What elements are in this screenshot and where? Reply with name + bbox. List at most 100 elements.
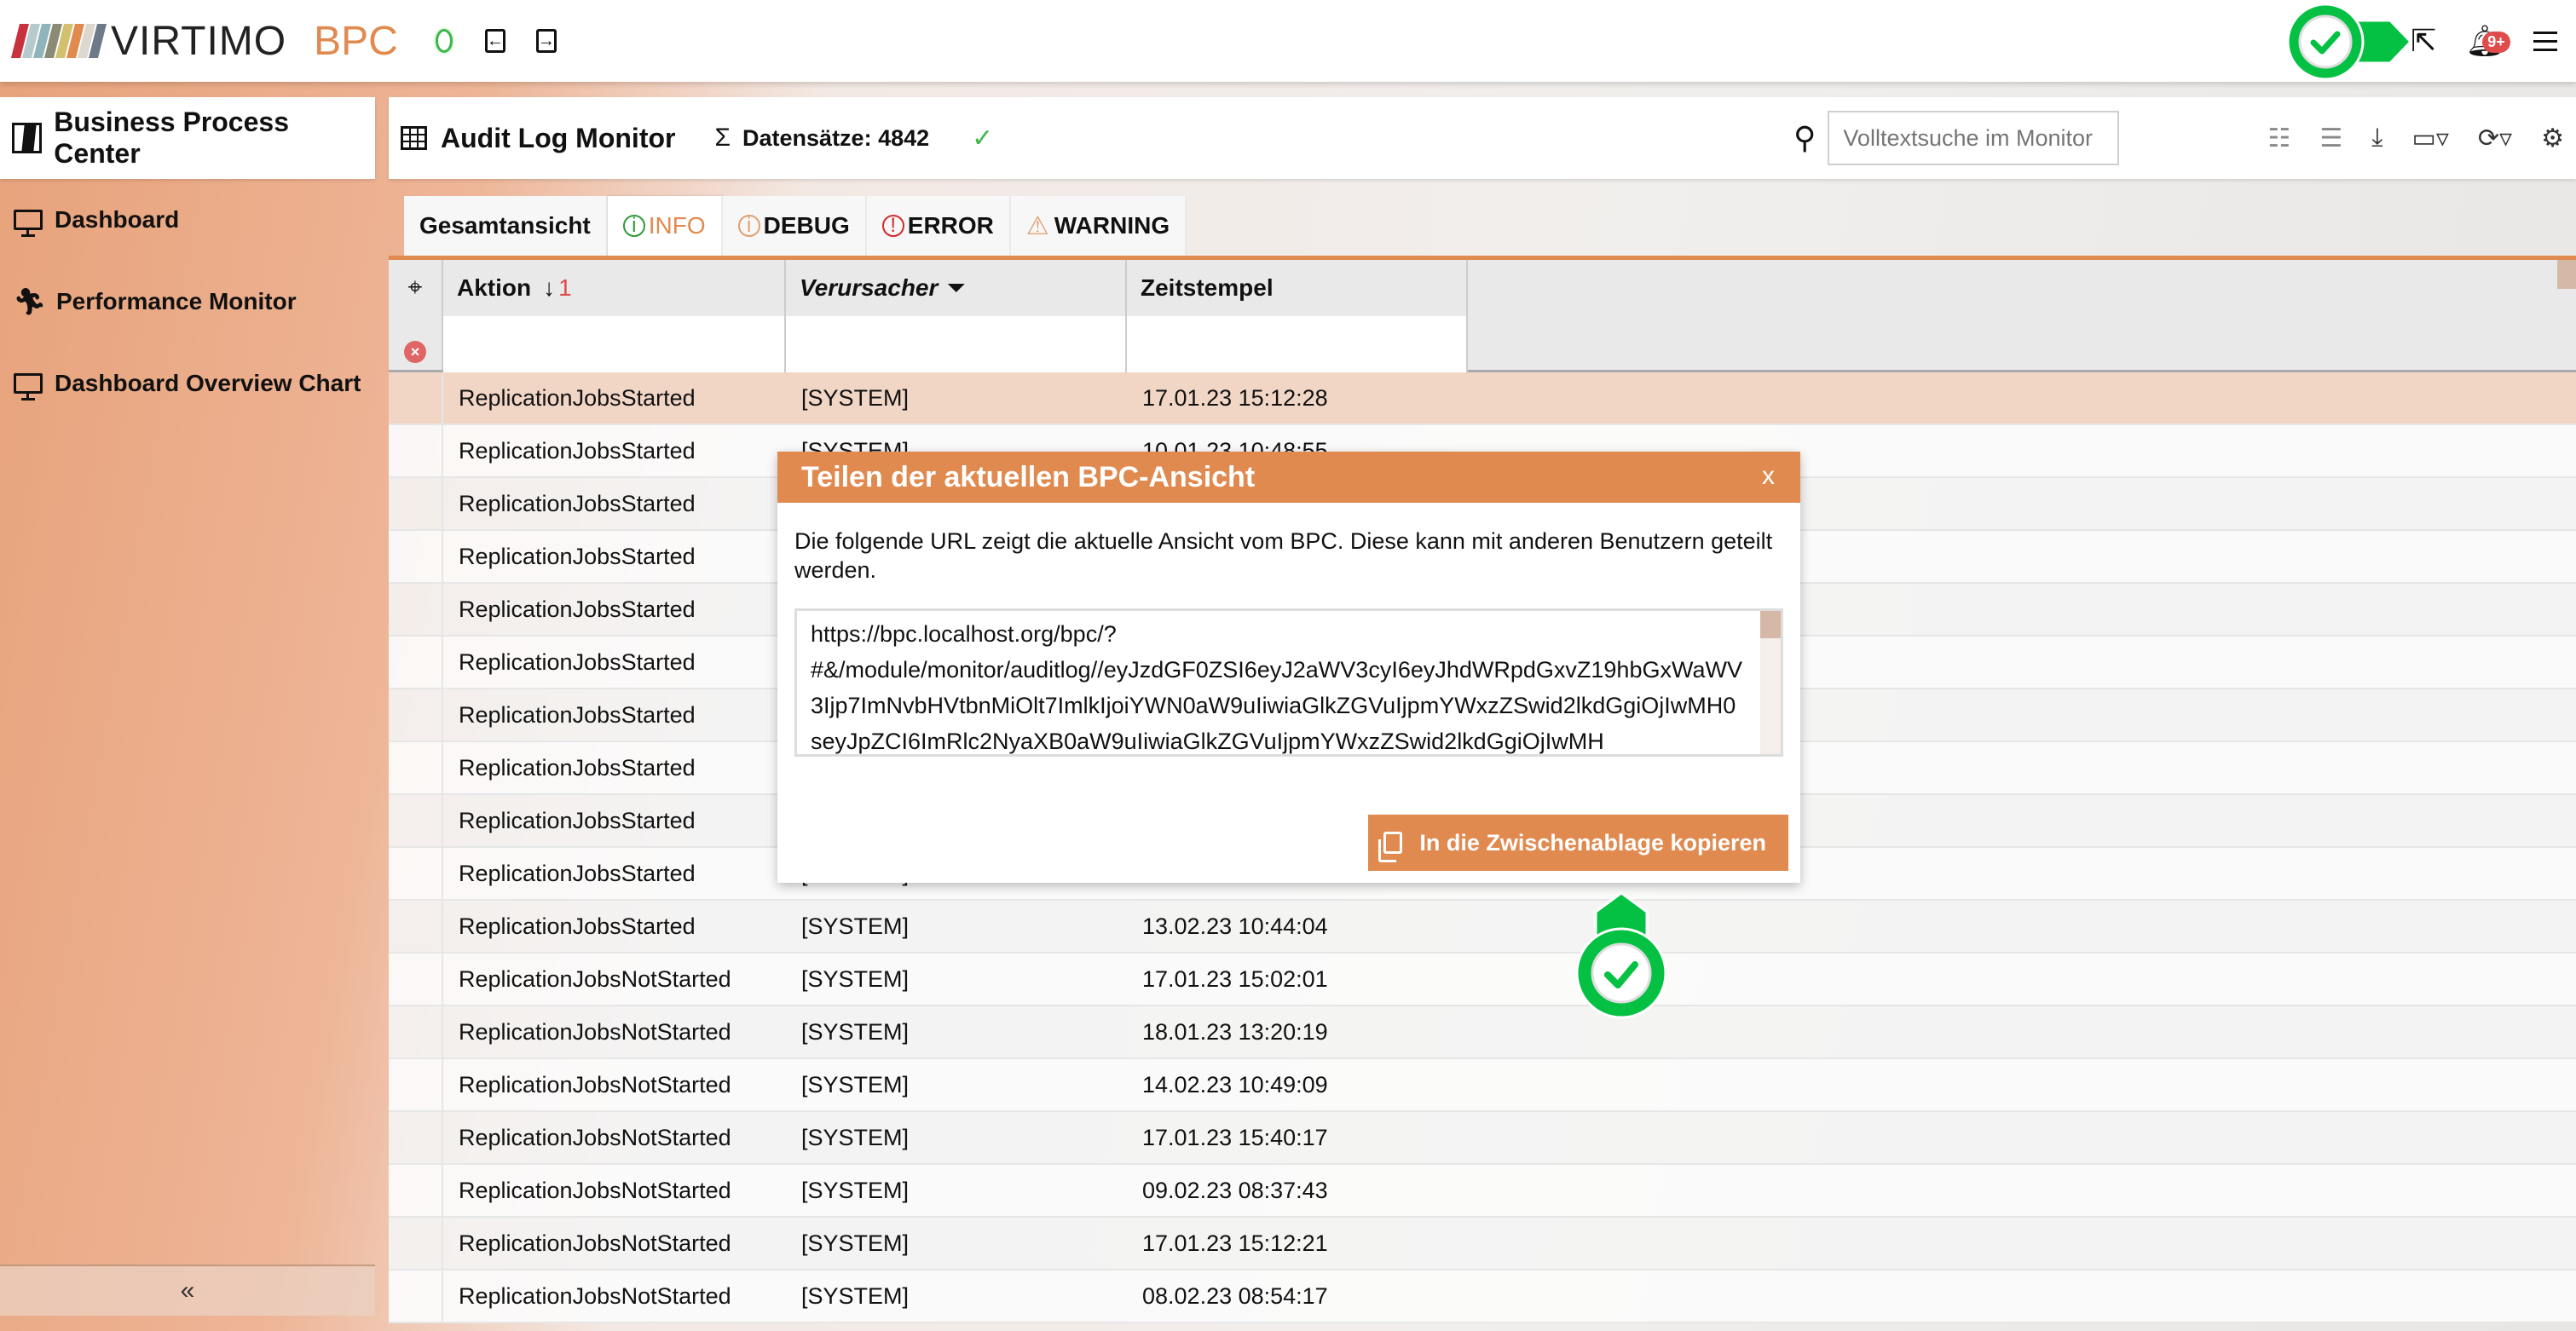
table-row[interactable]: ReplicationJobsNotStarted [SYSTEM] 08.02.2… [389,1270,2576,1323]
table-row[interactable]: ReplicationJobsStarted [SYSTEM] 13.02.23 1… [389,901,2576,954]
cell-verursacher: [SYSTEM] [801,1018,910,1045]
row-selector[interactable] [389,848,443,899]
row-selector[interactable] [389,531,443,582]
copy-to-clipboard-button[interactable]: In die Zwischenablage kopieren [1368,815,1788,871]
tab-debug[interactable]: i DEBUG [722,196,867,256]
row-selector[interactable] [389,1218,443,1269]
checklist-icon[interactable]: ☷ [2267,124,2290,153]
sidebar-header: Business Process Center [0,97,375,179]
tab-label: DEBUG [763,212,850,239]
row-selector[interactable] [389,1270,443,1322]
refresh-dropdown-icon[interactable]: ⟳▿ [2478,124,2512,153]
monitor-icon [14,373,43,400]
row-selector[interactable] [389,425,443,476]
table-row[interactable]: ReplicationJobsNotStarted [SYSTEM] 17.01.2… [389,954,2576,1006]
table-scrollbar[interactable] [2557,260,2576,289]
column-header-zeitstempel[interactable]: Zeitstempel [1127,260,1468,316]
tab-info[interactable]: i INFO [607,196,723,256]
cell-aktion: ReplicationJobsStarted [459,807,696,833]
cell-zeitstempel: 17.01.23 15:02:01 [1142,965,1328,992]
cell-verursacher: [SYSTEM] [801,1071,910,1098]
cell-verursacher: [SYSTEM] [801,965,910,992]
table-row[interactable]: ReplicationJobsNotStarted [SYSTEM] 14.02.2… [389,1059,2576,1112]
row-selector[interactable] [389,795,443,846]
sort-order: 1 [558,274,572,301]
table-row[interactable]: ReplicationJobsNotStarted [SYSTEM] 18.01.2… [389,1006,2576,1059]
clear-filters-button[interactable]: × [389,316,443,370]
filter-input-aktion[interactable] [443,316,786,372]
search-icon[interactable]: ⚲ [1793,120,1816,156]
tab-gesamtansicht[interactable]: Gesamtansicht [404,196,608,256]
sidebar-item-dashboard-overview-chart[interactable]: Dashboard Overview Chart [0,343,375,424]
cell-zeitstempel: 17.01.23 15:40:17 [1142,1124,1328,1150]
row-selector[interactable] [389,372,443,424]
crosshair-icon: ⌖ [407,274,423,302]
search-input[interactable] [1828,111,2120,165]
cell-zeitstempel: 17.01.23 15:12:28 [1142,384,1328,411]
tab-error[interactable]: ! ERROR [866,196,1011,256]
notifications-badge: 9+ [2482,32,2510,53]
monitor-icon [14,210,43,237]
dialog-description: Die folgende URL zeigt die aktuelle Ansi… [794,528,1773,583]
share-url-text: https://bpc.localhost.org/bpc/? #&/modul… [811,621,1742,754]
cell-zeitstempel: 18.01.23 13:20:19 [1142,1018,1328,1045]
notifications-button[interactable]: 🔔︎ 9+ [2465,23,2510,59]
row-selector[interactable] [389,1112,443,1163]
dialog-header: Teilen der aktuellen BPC-Ansicht x [777,452,1800,503]
share-icon[interactable]: ⇱ [2411,23,2436,59]
row-selector[interactable] [389,689,443,740]
share-url-textarea[interactable]: https://bpc.localhost.org/bpc/? #&/modul… [794,608,1783,757]
filter-input-verursacher[interactable] [786,316,1127,372]
cell-aktion: ReplicationJobsNotStarted [459,965,731,992]
table-row[interactable]: ReplicationJobsNotStarted [SYSTEM] 17.01.2… [389,1218,2576,1270]
cell-aktion: ReplicationJobsStarted [459,754,696,781]
sidebar-item-dashboard[interactable]: Dashboard [0,179,375,261]
table-row[interactable]: ReplicationJobsNotStarted [SYSTEM] 09.02.2… [389,1165,2576,1218]
forward-button[interactable]: → [535,29,557,53]
column-selector[interactable]: ⌖ [389,260,443,316]
info-icon: i [622,214,645,237]
collapse-sidebar-button[interactable]: « [0,1265,375,1316]
filter-icon: ⏷ [946,274,966,301]
table-row[interactable]: ReplicationJobsNotStarted [SYSTEM] 17.01.2… [389,1112,2576,1165]
double-chevron-left-icon: « [180,1276,195,1305]
table-row[interactable]: ReplicationJobsStarted [SYSTEM] 17.01.23 1… [389,372,2576,425]
cell-aktion: ReplicationJobsNotStarted [459,1018,731,1045]
virtimo-logo[interactable]: VIRTIMO BPC [11,18,398,65]
row-selector[interactable] [389,954,443,1005]
row-selector[interactable] [389,1006,443,1057]
sidebar-item-label: Dashboard Overview Chart [55,370,361,396]
filter-input-zeitstempel[interactable] [1127,316,1468,372]
indent-list-icon[interactable]: ☰ [2319,124,2342,153]
dialog-title: Teilen der aktuellen BPC-Ansicht [801,460,1256,493]
url-scrollbar[interactable] [1760,611,1781,754]
row-selector[interactable] [389,901,443,952]
download-icon[interactable]: ⤓ [2371,124,2383,153]
row-selector[interactable] [389,1059,443,1110]
column-header-verursacher[interactable]: Verursacher ⏷ [786,260,1127,316]
cell-aktion: ReplicationJobsStarted [459,860,696,886]
back-button[interactable]: ← [484,29,505,53]
tab-warning[interactable]: ⚠ WARNING [1010,196,1187,256]
row-selector[interactable] [389,1165,443,1216]
sidebar-item-performance-monitor[interactable]: 🏃︎ Performance Monitor [0,261,375,343]
brand-product: BPC [314,18,398,64]
cell-aktion: ReplicationJobsStarted [459,384,696,411]
cell-verursacher: [SYSTEM] [801,1177,910,1203]
hamburger-icon[interactable] [2533,26,2557,57]
table-header-row: ⌖ Aktion ↓ 1 Verursacher ⏷ Zeitstempel [389,260,2576,316]
arrow-right-icon: → [537,32,555,50]
row-selector[interactable] [389,637,443,688]
column-header-aktion[interactable]: Aktion ↓ 1 [443,260,786,316]
cell-verursacher: [SYSTEM] [801,1282,910,1309]
row-selector[interactable] [389,584,443,635]
share-view-dialog: Teilen der aktuellen BPC-Ansicht x Die f… [777,452,1800,883]
window-dropdown-icon[interactable]: ▭▿ [2411,124,2448,153]
sort-desc-icon: ↓ [543,274,556,301]
cell-zeitstempel: 14.02.23 10:49:09 [1142,1071,1328,1098]
row-selector[interactable] [389,478,443,529]
row-selector[interactable] [389,742,443,793]
close-button[interactable]: x [1762,462,1775,491]
copy-icon [1378,832,1403,862]
gear-icon[interactable]: ⚙ [2541,124,2564,153]
